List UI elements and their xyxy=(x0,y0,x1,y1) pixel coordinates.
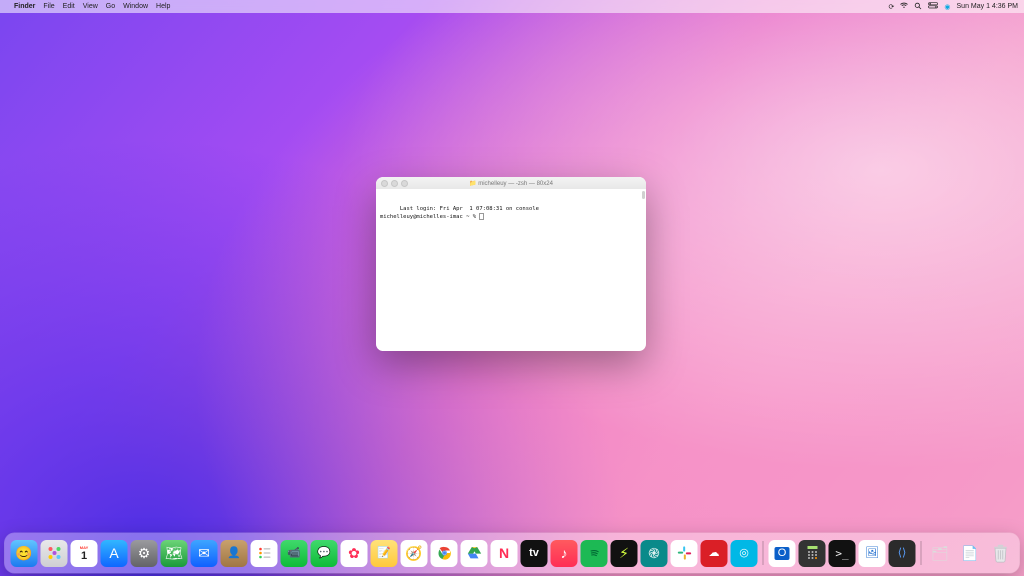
dock-trash-icon[interactable] xyxy=(987,540,1014,567)
dock: 😊 MAY 1 A ⚙︎ 🗺︎ ✉︎ 👤 📹 💬 ✿ 📝 🧭 N tv ♪ xyxy=(5,533,1020,573)
dock-document-icon[interactable]: 📄 xyxy=(957,540,984,567)
dock-creative-cloud-icon[interactable]: ☁︎ xyxy=(701,540,728,567)
dock-folder-icon[interactable]: 🗂︎ xyxy=(927,540,954,567)
desktop: Finder File Edit View Go Window Help ⟳ ◉… xyxy=(0,0,1024,576)
menu-bar: Finder File Edit View Go Window Help ⟳ ◉… xyxy=(0,0,1024,13)
dock-app-lightning-icon[interactable]: ⚡︎ xyxy=(611,540,638,567)
menu-datetime[interactable]: Sun May 1 4:36 PM xyxy=(957,3,1018,10)
dock-launchpad-icon[interactable] xyxy=(41,540,68,567)
terminal-scrollbar[interactable] xyxy=(642,191,645,199)
dock-tv-icon[interactable]: tv xyxy=(521,540,548,567)
dock-finder-icon[interactable]: 😊 xyxy=(11,540,38,567)
calendar-day-label: 1 xyxy=(81,550,87,562)
menu-help[interactable]: Help xyxy=(156,3,170,10)
wifi-icon[interactable] xyxy=(900,2,908,11)
dock-preview-icon[interactable]: 🖼︎ xyxy=(859,540,886,567)
dock-terminal-icon[interactable]: >_ xyxy=(829,540,856,567)
window-zoom-button[interactable] xyxy=(401,180,408,187)
spotlight-icon[interactable] xyxy=(914,2,922,12)
window-titlebar[interactable]: 📁 michelleuy — -zsh — 80x24 xyxy=(376,177,646,189)
window-close-button[interactable] xyxy=(381,180,388,187)
dock-photos-icon[interactable]: ✿ xyxy=(341,540,368,567)
siri-icon[interactable]: ◉ xyxy=(944,3,950,11)
dock-app-editor-icon[interactable]: ⟨⟩ xyxy=(889,540,916,567)
dock-messages-icon[interactable]: 💬 xyxy=(311,540,338,567)
dock-calendar-icon[interactable]: MAY 1 xyxy=(71,540,98,567)
dock-separator xyxy=(763,541,764,565)
terminal-prompt: michelleuy@michelles-imac ~ % xyxy=(380,214,479,220)
dock-settings-icon[interactable]: ⚙︎ xyxy=(131,540,158,567)
dock-safari-icon[interactable]: 🧭 xyxy=(401,540,428,567)
dock-appstore-icon[interactable]: A xyxy=(101,540,128,567)
terminal-window[interactable]: 📁 michelleuy — -zsh — 80x24 Last login: … xyxy=(376,177,646,351)
dock-mail-icon[interactable]: ✉︎ xyxy=(191,540,218,567)
dock-app-cyan-icon[interactable]: ◎ xyxy=(731,540,758,567)
dock-maps-icon[interactable]: 🗺︎ xyxy=(161,540,188,567)
dock-chrome-icon[interactable] xyxy=(431,540,458,567)
dock-calculator-icon[interactable] xyxy=(799,540,826,567)
menu-file[interactable]: File xyxy=(43,3,54,10)
control-center-icon[interactable] xyxy=(928,2,938,11)
dock-notes-icon[interactable]: 📝 xyxy=(371,540,398,567)
window-title: 📁 michelleuy — -zsh — 80x24 xyxy=(376,180,646,187)
dock-outlook-icon[interactable]: O xyxy=(769,540,796,567)
menu-go[interactable]: Go xyxy=(106,3,115,10)
dock-spotify-icon[interactable] xyxy=(581,540,608,567)
dock-news-icon[interactable]: N xyxy=(491,540,518,567)
menu-window[interactable]: Window xyxy=(123,3,148,10)
dock-facetime-icon[interactable]: 📹 xyxy=(281,540,308,567)
terminal-body[interactable]: Last login: Fri Apr 1 07:08:31 on consol… xyxy=(376,189,646,351)
dock-slack-icon[interactable] xyxy=(671,540,698,567)
dock-contacts-icon[interactable]: 👤 xyxy=(221,540,248,567)
dock-separator-2 xyxy=(921,541,922,565)
dock-drive-icon[interactable] xyxy=(461,540,488,567)
window-minimize-button[interactable] xyxy=(391,180,398,187)
menu-app-name[interactable]: Finder xyxy=(14,3,35,10)
terminal-last-login: Last login: Fri Apr 1 07:08:31 on consol… xyxy=(400,206,539,212)
dock-music-icon[interactable]: ♪ xyxy=(551,540,578,567)
dock-reminders-icon[interactable] xyxy=(251,540,278,567)
menu-view[interactable]: View xyxy=(83,3,98,10)
menu-edit[interactable]: Edit xyxy=(63,3,75,10)
terminal-cursor xyxy=(479,213,484,220)
status-icon-1[interactable]: ⟳ xyxy=(889,3,895,11)
dock-app-swirl-icon[interactable]: ֎ xyxy=(641,540,668,567)
